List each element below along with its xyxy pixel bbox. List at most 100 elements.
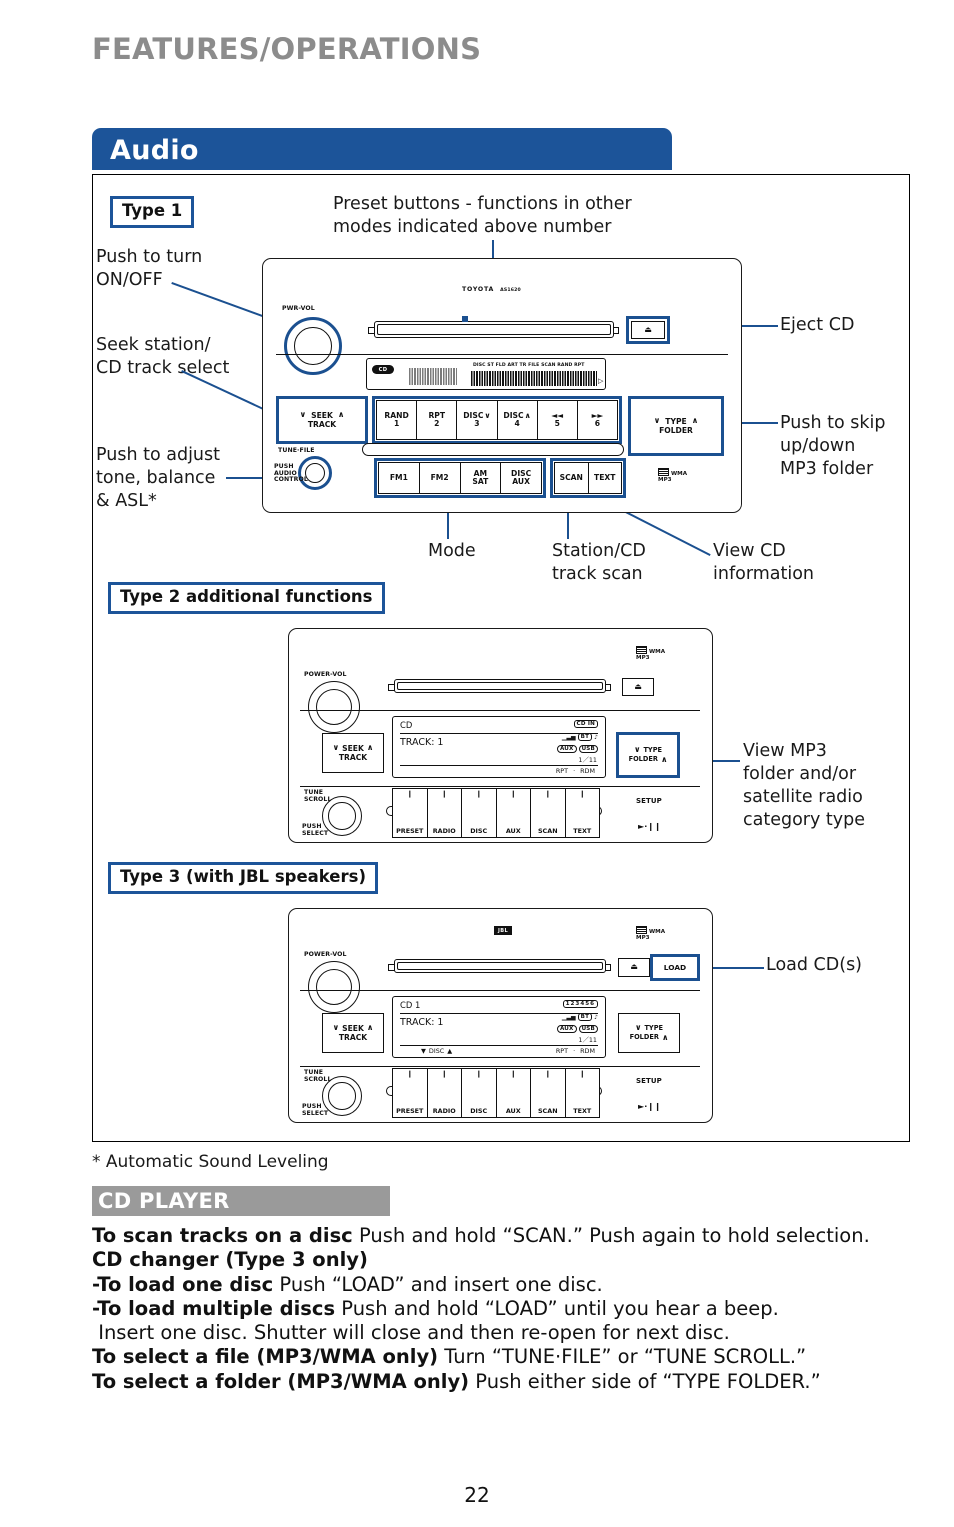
cd-body-line-3: -To load multiple discs Push and hold “L… — [92, 1297, 922, 1321]
type3-jbl-badge: JBL — [494, 926, 513, 935]
folder-line: FOLDER ∧ — [629, 1032, 669, 1042]
type1-eject-highlight — [462, 316, 468, 322]
preset-button-1[interactable]: RAND 1 — [376, 400, 417, 440]
bottom-button-text[interactable]: ❙ TEXT — [564, 1068, 600, 1118]
type2-radio-unit: WMA MP3 POWER-VOL ⏏ CD CD IN TRACK: 1 ▁▃… — [288, 628, 713, 843]
chevron-up-icon[interactable]: ∧ — [367, 1023, 374, 1032]
callout-load-cds: Load CD(s) — [766, 955, 863, 975]
callout-view-cd-info: View CD information — [713, 541, 815, 585]
chevron-up-icon[interactable]: ∧ — [338, 410, 345, 419]
text-tick-icon: ❙ — [579, 1070, 586, 1078]
lcd-segment-numbers — [409, 368, 457, 385]
knob-inner-ring — [316, 689, 352, 725]
type3-type-folder-button[interactable]: ∨ TYPE FOLDER ∧ — [618, 1013, 680, 1053]
chevron-up-icon[interactable]: ∧ — [692, 416, 699, 425]
preset-button-5[interactable]: ◄◄ 5 — [536, 400, 577, 440]
type3-load-button[interactable]: LOAD — [654, 958, 696, 977]
type1-tune-file-label: TUNE·FILE — [278, 447, 315, 454]
bottom-button-aux[interactable]: ❙ AUX — [495, 1068, 530, 1118]
leader-line-loadcd — [706, 967, 764, 969]
type3-display-line1: CD 1 — [400, 1000, 421, 1010]
type3-power-vol-label: POWER-VOL — [304, 951, 347, 958]
knob-inner-ring — [328, 802, 356, 830]
chevron-down-icon[interactable]: ∨ — [634, 745, 641, 754]
bottom-button-preset[interactable]: ❙ PRESET — [392, 788, 427, 838]
aux-tag: AUX — [556, 745, 577, 753]
chevron-up-icon[interactable]: ∧ — [367, 743, 374, 752]
chevron-down-icon[interactable]: ∨ — [300, 410, 307, 419]
type1-eject-button[interactable]: ⏏ — [631, 321, 665, 339]
preset-button-4[interactable]: DISC ∧ 4 — [496, 400, 537, 440]
type3-eject-button[interactable]: ⏏ — [618, 958, 650, 977]
chevron-down-icon[interactable]: ∨ — [654, 416, 661, 425]
track-label: TRACK — [338, 752, 368, 762]
mode-button-fm1[interactable]: FM1 — [378, 462, 419, 494]
type3-setup-label[interactable]: SETUP — [636, 1077, 662, 1085]
chevron-down-icon[interactable]: ∨ — [333, 1023, 340, 1032]
bottom-button-preset[interactable]: ❙ PRESET — [392, 1068, 427, 1118]
seek-line: ∨ SEEK ∧ — [332, 1023, 374, 1033]
mode-button-disc-aux[interactable]: DISC AUX — [500, 462, 542, 494]
bottom-button-scan[interactable]: ❙ SCAN — [530, 788, 565, 838]
callout-skip-mp3-folder: Push to skip up/down MP3 folder — [780, 413, 886, 480]
preset-button-2[interactable]: RPT 2 — [416, 400, 457, 440]
cd-body-bold-0: To scan tracks on a disc — [92, 1224, 353, 1247]
eject-icon: ⏏ — [644, 324, 652, 334]
type3-power-volume-knob[interactable] — [308, 961, 360, 1013]
bottom-button-aux[interactable]: ❙ AUX — [495, 788, 530, 838]
eject-icon: ⏏ — [634, 681, 642, 691]
type2-display-line2: TRACK: 1 — [400, 737, 444, 748]
type-line: ∨ TYPE ∧ — [653, 416, 699, 426]
lcd-indicator-row: DISC ST FLD ART TR FILE SCAN RAND RPT — [473, 363, 585, 368]
cd-player-section-bar: CD PLAYER — [92, 1186, 390, 1216]
type2-type-folder-button[interactable]: ∨ TYPE FOLDER ∧ — [620, 736, 676, 774]
mode-button-am-sat[interactable]: AM SAT — [459, 462, 501, 494]
type3-rpt-rdm-row: RPT · RDM — [556, 1047, 595, 1055]
aux-tick-icon: ❙ — [510, 790, 517, 798]
folder-label: FOLDER — [659, 425, 693, 435]
type2-bottom-button-row: ❙ PRESET ❙ RADIO ❙ DISC ❙ AUX ❙ SCAN ❙ T… — [392, 788, 600, 838]
preset-button-6[interactable]: ►► 6 — [576, 400, 619, 440]
bottom-button-radio[interactable]: ❙ RADIO — [426, 788, 461, 838]
lcd-dot-matrix — [471, 371, 597, 386]
folder-line: FOLDER ∧ — [628, 754, 668, 764]
callout-view-mp3-folder: View MP3 folder and/or satellite radio c… — [743, 741, 865, 831]
text-button[interactable]: TEXT — [587, 462, 622, 494]
radio-tick-icon: ❙ — [441, 790, 448, 798]
scan-button[interactable]: SCAN — [554, 462, 588, 494]
knob-inner-ring — [304, 462, 326, 484]
bottom-button-disc[interactable]: ❙ DISC — [461, 1068, 496, 1118]
bottom-button-text[interactable]: ❙ TEXT — [564, 788, 600, 838]
type2-setup-label[interactable]: SETUP — [636, 797, 662, 805]
type2-power-volume-knob[interactable] — [308, 681, 360, 733]
preset-button-3[interactable]: DISC ∨ 3 — [456, 400, 497, 440]
cd-disc-icon — [636, 926, 647, 934]
rpt-label: RPT — [555, 767, 569, 775]
type2-divider — [300, 710, 700, 711]
type1-type-folder-button[interactable]: ∨ TYPE ∧ FOLDER — [633, 401, 719, 451]
type3-seek-track-button[interactable]: ∨ SEEK ∧ TRACK — [322, 1013, 384, 1053]
type1-push-audio-control-label: PUSH AUDIO CONTROL — [274, 463, 308, 483]
type3-play-pause-button[interactable]: ►·❙❙ — [638, 1102, 661, 1111]
cd-body-line-4: Insert one disc. Shutter will close and … — [92, 1321, 922, 1345]
cd-disc-icon — [658, 468, 669, 476]
knob-inner-ring — [316, 969, 352, 1005]
bottom-button-scan[interactable]: ❙ SCAN — [530, 1068, 565, 1118]
chevron-down-icon[interactable]: ∨ — [333, 743, 340, 752]
type2-seek-track-button[interactable]: ∨ SEEK ∧ TRACK — [322, 733, 384, 773]
bottom-button-radio[interactable]: ❙ RADIO — [426, 1068, 461, 1118]
triangle-up-icon: ▲ — [447, 1047, 453, 1055]
bottom-button-disc[interactable]: ❙ DISC — [461, 788, 496, 838]
usb-tag: USB — [578, 1025, 598, 1033]
chevron-up-icon[interactable]: ∧ — [661, 755, 668, 764]
chevron-down-icon[interactable]: ∨ — [635, 1023, 642, 1032]
scan-tick-icon: ❙ — [544, 790, 551, 798]
type2-wma-mp3-logo: WMA MP3 — [636, 646, 665, 661]
type3-push-select-label: PUSH SELECT — [302, 1103, 329, 1117]
cd-slot-inner — [397, 682, 603, 690]
type2-eject-button[interactable]: ⏏ — [622, 678, 654, 696]
mode-button-fm2[interactable]: FM2 — [418, 462, 460, 494]
type2-play-pause-button[interactable]: ►·❙❙ — [638, 822, 661, 831]
chevron-up-icon[interactable]: ∧ — [662, 1033, 669, 1042]
type1-seek-track-button[interactable]: ∨ SEEK ∧ TRACK — [281, 401, 363, 439]
